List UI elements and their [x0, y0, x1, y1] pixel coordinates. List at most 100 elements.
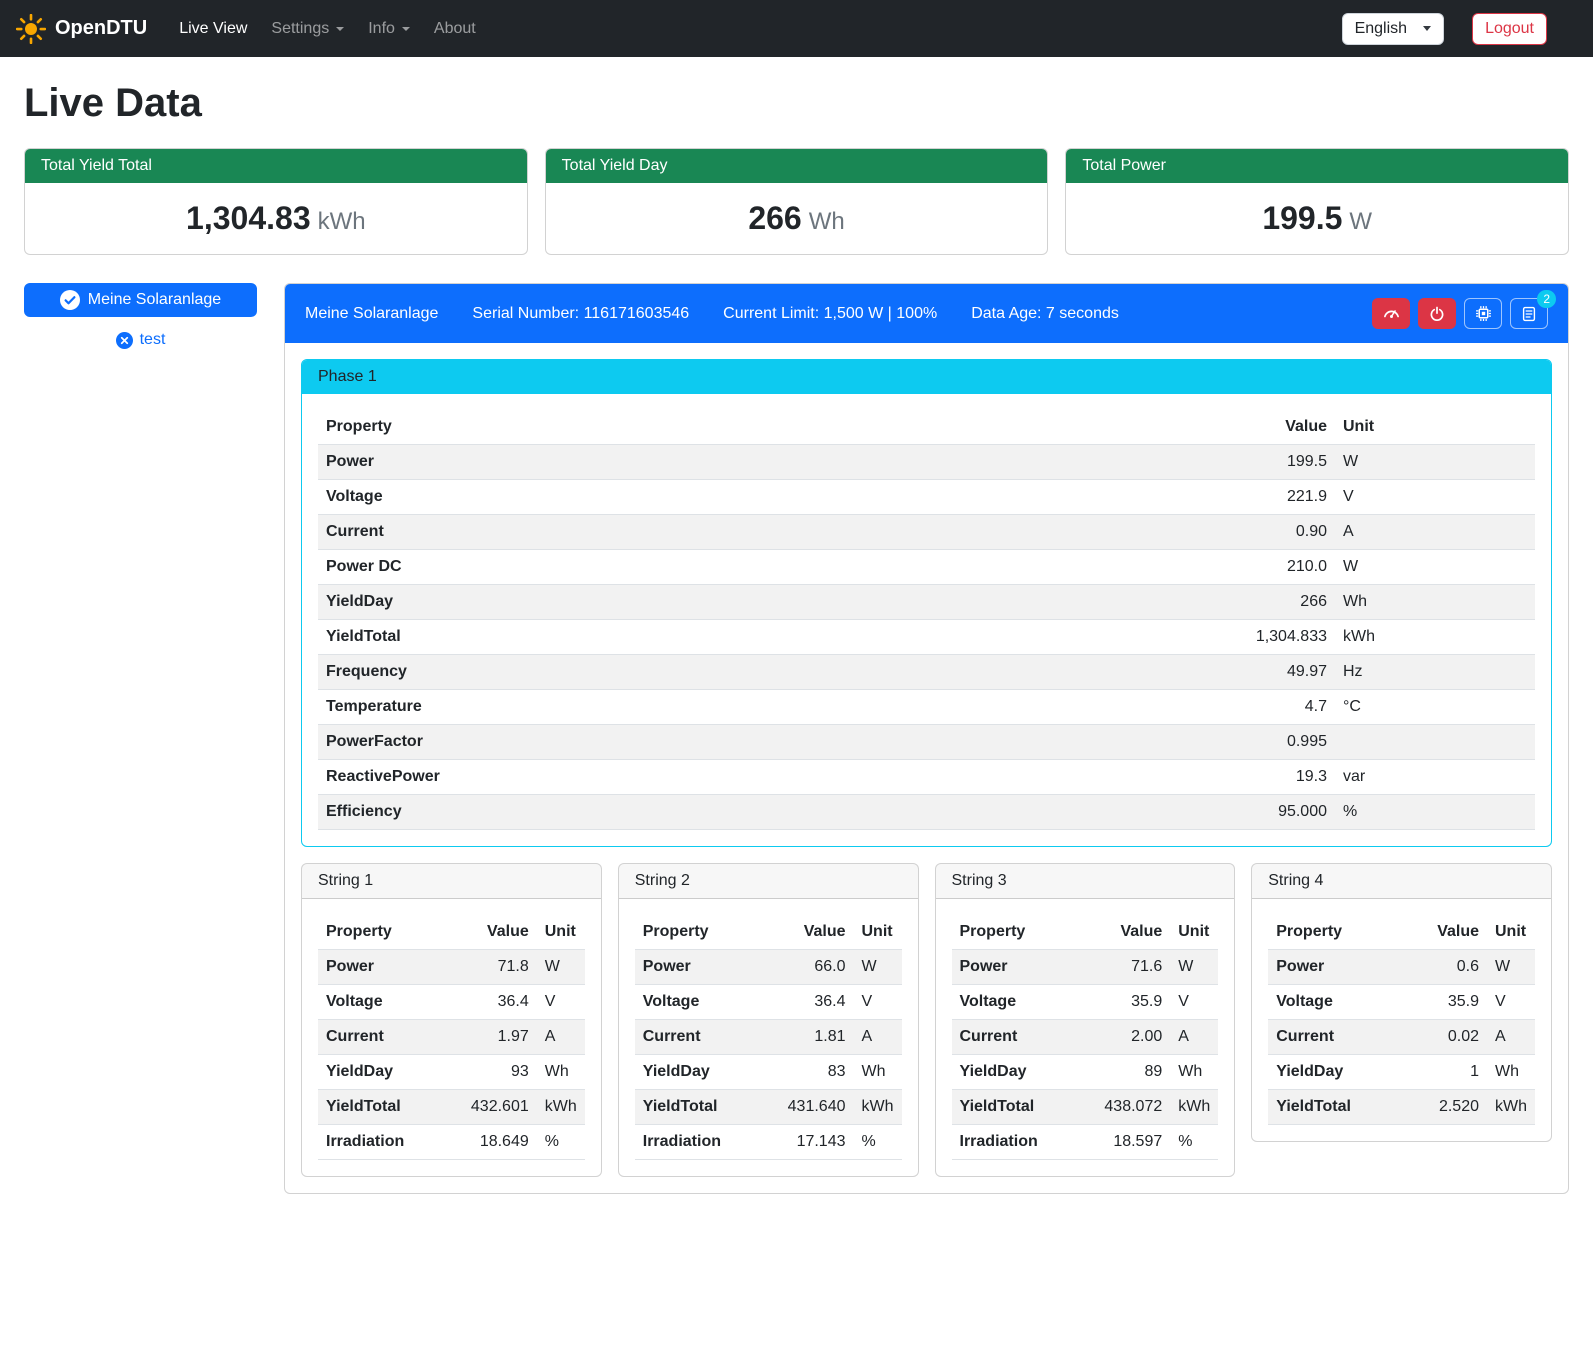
row-value: 18.597: [1096, 1125, 1170, 1160]
row-property: Current: [952, 1020, 1097, 1055]
event-log-button[interactable]: 2: [1510, 298, 1548, 329]
event-count-badge: 2: [1537, 290, 1556, 308]
row-unit: V: [1335, 480, 1535, 515]
strings-row: String 1 Property Value Unit: [301, 863, 1552, 1177]
string-title: String 4: [1252, 864, 1551, 899]
table-row: YieldDay 83 Wh: [635, 1055, 902, 1090]
row-unit: W: [1487, 950, 1535, 985]
string-title: String 1: [302, 864, 601, 899]
row-unit: A: [1335, 515, 1535, 550]
content-row: Meine Solaranlage test Meine Solaranlage…: [24, 283, 1569, 1194]
summary-card: Total Yield Total 1,304.83kWh: [24, 148, 528, 255]
table-row: ReactivePower 19.3 var: [318, 760, 1535, 795]
row-unit: kWh: [1170, 1090, 1218, 1125]
nav-info[interactable]: Info: [356, 12, 422, 46]
inverter-item-test[interactable]: test: [24, 331, 257, 349]
cpu-icon: [1475, 305, 1492, 322]
inverter-card-header: Meine Solaranlage Serial Number: 1161716…: [285, 284, 1568, 343]
row-value: 17.143: [780, 1125, 854, 1160]
row-value: 36.4: [780, 985, 854, 1020]
row-property: Voltage: [635, 985, 780, 1020]
row-unit: Wh: [1335, 585, 1535, 620]
summary-value: 266: [748, 200, 801, 236]
nav-live-view[interactable]: Live View: [167, 12, 259, 46]
phase-table: Property Value Unit Power 199.5: [318, 410, 1535, 830]
row-value: 0.995: [1215, 725, 1335, 760]
row-value: 18.649: [463, 1125, 537, 1160]
summary-card: Total Yield Day 266Wh: [545, 148, 1049, 255]
row-unit: %: [1335, 795, 1535, 830]
row-value: 438.072: [1096, 1090, 1170, 1125]
row-unit: kWh: [537, 1090, 585, 1125]
table-row: YieldTotal 1,304.833 kWh: [318, 620, 1535, 655]
row-unit: Hz: [1335, 655, 1535, 690]
row-unit: W: [1335, 550, 1535, 585]
inverter-name: Meine Solaranlage: [305, 305, 438, 323]
inverter-select-button[interactable]: Meine Solaranlage: [24, 283, 257, 317]
table-header-row: Property Value Unit: [635, 915, 902, 950]
row-value: 83: [780, 1055, 854, 1090]
column-header-value: Value: [463, 915, 537, 950]
row-property: Voltage: [952, 985, 1097, 1020]
table-row: Power 0.6 W: [1268, 950, 1535, 985]
string-table-body: Power 71.8 W Voltage 36.4 V Current: [318, 950, 585, 1160]
table-row: YieldTotal 432.601 kWh: [318, 1090, 585, 1125]
power-button[interactable]: [1418, 298, 1456, 329]
row-unit: W: [1170, 950, 1218, 985]
row-property: Power: [318, 950, 463, 985]
row-value: 0.02: [1415, 1020, 1487, 1055]
row-property: Power: [1268, 950, 1415, 985]
nav-about[interactable]: About: [422, 12, 488, 46]
table-row: Frequency 49.97 Hz: [318, 655, 1535, 690]
column-header-property: Property: [635, 915, 780, 950]
row-value: 221.9: [1215, 480, 1335, 515]
nav-live-view-label: Live View: [179, 20, 247, 38]
row-unit: A: [1170, 1020, 1218, 1055]
row-unit: A: [537, 1020, 585, 1055]
row-value: 71.6: [1096, 950, 1170, 985]
summary-card-title: Total Yield Total: [25, 149, 527, 183]
row-unit: V: [854, 985, 902, 1020]
column-header-unit: Unit: [1170, 915, 1218, 950]
language-select[interactable]: English: [1342, 13, 1444, 45]
row-value: 89: [1096, 1055, 1170, 1090]
app-brand[interactable]: OpenDTU: [16, 14, 147, 44]
column-header-unit: Unit: [537, 915, 585, 950]
caret-down-icon: [402, 27, 410, 31]
row-unit: A: [1487, 1020, 1535, 1055]
string-card-4: String 4 Property Value Unit: [1251, 863, 1552, 1142]
row-property: Power: [635, 950, 780, 985]
string-body: Property Value Unit Power 71.8: [302, 899, 601, 1176]
string-title: String 2: [619, 864, 918, 899]
column-header-unit: Unit: [854, 915, 902, 950]
string-table: Property Value Unit Power 71.6: [952, 915, 1219, 1160]
row-unit: kWh: [854, 1090, 902, 1125]
summary-unit: kWh: [318, 208, 366, 235]
device-info-button[interactable]: [1464, 298, 1502, 329]
inverter-data-age: Data Age: 7 seconds: [971, 305, 1119, 323]
row-property: ReactivePower: [318, 760, 1215, 795]
logout-button[interactable]: Logout: [1472, 13, 1547, 45]
row-unit: kWh: [1487, 1090, 1535, 1125]
table-row: Temperature 4.7 °C: [318, 690, 1535, 725]
table-row: Current 2.00 A: [952, 1020, 1219, 1055]
row-property: Power DC: [318, 550, 1215, 585]
nav-settings[interactable]: Settings: [259, 12, 356, 46]
column-header-unit: Unit: [1487, 915, 1535, 950]
row-value: 266: [1215, 585, 1335, 620]
string-body: Property Value Unit Power 71.6: [936, 899, 1235, 1176]
table-row: Voltage 221.9 V: [318, 480, 1535, 515]
inverter-item-label: test: [140, 331, 166, 349]
summary-card-body: 266Wh: [546, 183, 1048, 254]
string-card-2: String 2 Property Value Unit: [618, 863, 919, 1177]
string-title: String 3: [936, 864, 1235, 899]
inverter-card-body: Phase 1 Property Value Unit: [285, 343, 1568, 1193]
limit-settings-button[interactable]: [1372, 298, 1410, 329]
row-property: YieldTotal: [635, 1090, 780, 1125]
row-property: YieldTotal: [318, 620, 1215, 655]
row-property: YieldTotal: [1268, 1090, 1415, 1125]
table-row: Power 71.8 W: [318, 950, 585, 985]
row-value: 1.81: [780, 1020, 854, 1055]
row-property: PowerFactor: [318, 725, 1215, 760]
row-property: YieldTotal: [952, 1090, 1097, 1125]
